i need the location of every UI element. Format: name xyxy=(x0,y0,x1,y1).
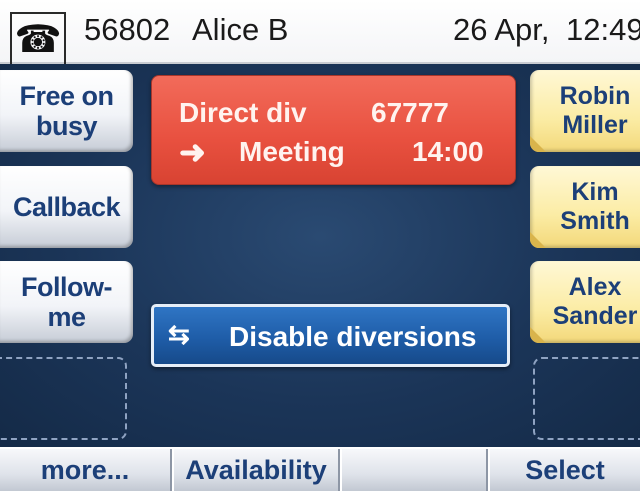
speed-dial-alex-sander[interactable]: Alex Sander xyxy=(530,261,640,343)
extension-number: 56802 xyxy=(84,12,171,47)
availability-status: Meeting xyxy=(239,136,345,167)
empty-right-key-slot[interactable] xyxy=(533,357,640,440)
free-on-busy-button[interactable]: Free on busy xyxy=(0,70,133,152)
diversion-status-box: Direct div 67777 ➜ Meeting 14:00 xyxy=(151,75,516,185)
speed-dial-label: Alex Sander xyxy=(552,273,638,330)
main-panel: Free on busy Callback Follow- me Robin M… xyxy=(0,64,640,447)
softkey-label: Select xyxy=(525,454,605,485)
diversion-type: Direct div xyxy=(179,97,307,128)
softkey-label: Availability xyxy=(185,454,327,485)
softkey-label: more... xyxy=(40,454,130,485)
callback-button[interactable]: Callback xyxy=(0,166,133,248)
disable-diversions-button[interactable]: ⇆ Disable diversions xyxy=(151,304,510,367)
speed-dial-robin-miller[interactable]: Robin Miller xyxy=(530,70,640,152)
speed-dial-label: Robin Miller xyxy=(559,82,631,139)
speed-dial-label: Kim Smith xyxy=(560,178,630,235)
diversion-line: Direct div 67777 xyxy=(179,97,449,128)
empty-softkey[interactable] xyxy=(342,449,488,491)
page-fold-corner xyxy=(530,136,546,152)
clock-time: 12:49 xyxy=(566,12,640,47)
softkey-bar: more... Availability Select xyxy=(0,447,640,491)
date: 26 Apr, xyxy=(453,12,550,47)
page-fold-corner xyxy=(530,327,546,343)
follow-me-label: Follow- me xyxy=(21,272,112,332)
follow-me-button[interactable]: Follow- me xyxy=(0,261,133,343)
diversion-icon: ⇆ xyxy=(168,319,190,349)
speed-dial-kim-smith[interactable]: Kim Smith xyxy=(530,166,640,248)
user-name: Alice B xyxy=(192,12,289,47)
page-fold-corner xyxy=(530,232,546,248)
availability-softkey[interactable]: Availability xyxy=(174,449,340,491)
availability-until: 14:00 xyxy=(412,136,484,167)
more-softkey[interactable]: more... xyxy=(0,449,172,491)
callback-label: Callback xyxy=(12,192,121,222)
free-on-busy-label: Free on busy xyxy=(19,81,114,141)
telephone-icon: ☎ xyxy=(10,12,66,64)
arrow-right-icon: ➜ xyxy=(179,134,206,170)
diversion-number: 67777 xyxy=(371,97,449,128)
empty-left-key-slot[interactable] xyxy=(0,357,127,440)
disable-diversions-label: Disable diversions xyxy=(229,321,477,352)
select-softkey[interactable]: Select xyxy=(490,449,640,491)
status-header: ☎ 56802 Alice B 26 Apr, 12:49 xyxy=(0,0,640,64)
